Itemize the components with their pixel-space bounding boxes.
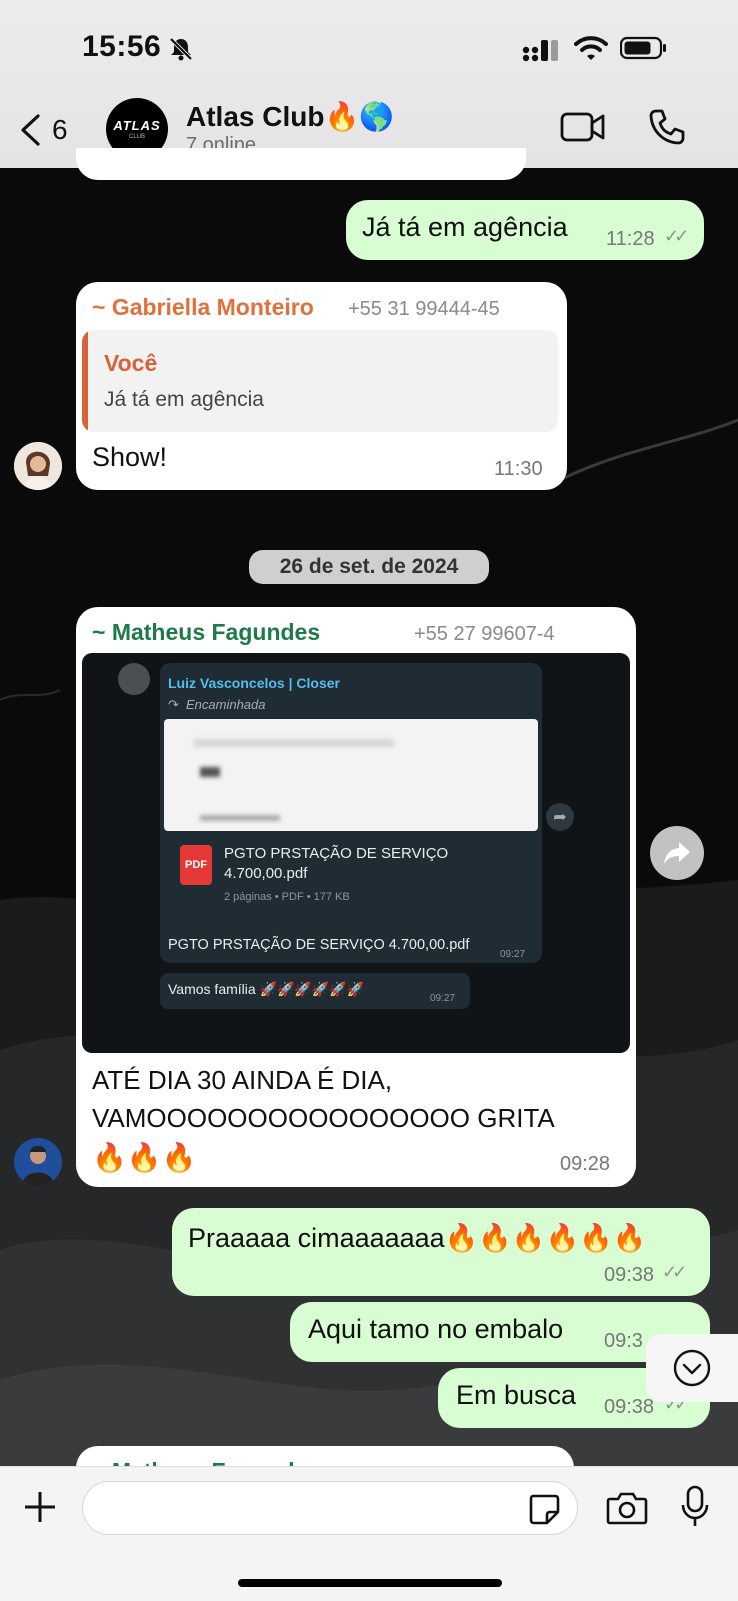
sender-name[interactable]: ~ Matheus Fagundes (92, 619, 320, 646)
message-time: 09:28 (560, 1153, 611, 1175)
sender-avatar (118, 663, 150, 695)
double-check-icon: ✓✓ (664, 226, 689, 246)
video-camera-icon[interactable] (560, 110, 606, 144)
outgoing-message[interactable]: Praaaaa cimaaaaaaa🔥🔥🔥🔥🔥🔥 09:38 ✓✓ (172, 1208, 710, 1296)
pdf-meta: 2 páginas • PDF • 177 KB (224, 891, 350, 903)
forward-button[interactable] (650, 826, 704, 880)
forwarded-image[interactable]: Luiz Vasconcelos | Closer ↷ Encaminhada … (82, 653, 630, 1053)
scroll-to-bottom-button[interactable] (646, 1334, 738, 1402)
double-check-icon: ✓✓ (662, 1262, 687, 1282)
group-title[interactable]: Atlas Club🔥🌎 (186, 100, 394, 133)
outgoing-message[interactable]: Já tá em agência 11:28 ✓✓ (346, 200, 704, 260)
sender-phone: +55 27 99607-4 (414, 623, 555, 645)
sender-name[interactable]: ~ Gabriella Monteiro (92, 294, 314, 321)
message-text-line: VAMOOOOOOOOOOOOOOOO GRITA (92, 1103, 555, 1133)
phone-icon[interactable] (648, 108, 686, 146)
inner-text: Vamos família 🚀🚀🚀🚀🚀🚀 (168, 981, 365, 997)
battery-icon (620, 36, 666, 60)
avatar-logo-text: ATLAS (113, 118, 161, 133)
message-time: 09:38 (604, 1396, 655, 1418)
forward-card: Luiz Vasconcelos | Closer ↷ Encaminhada … (160, 663, 542, 963)
message-time: 09:3 (604, 1330, 643, 1352)
pdf-time: 09:27 (500, 949, 526, 960)
message-time: 09:38 (604, 1264, 655, 1286)
status-time: 15:56 (82, 30, 162, 63)
top-bar: 15:56 6 ATLAS CLUB Atlas Club🔥🌎 7 online (0, 0, 738, 168)
message-text: Aqui tamo no embalo (308, 1314, 564, 1344)
forward-icon: ↷ (168, 697, 179, 712)
plus-icon[interactable] (22, 1489, 58, 1525)
message-text: Praaaaa cimaaaaaaa🔥🔥🔥🔥🔥🔥 (188, 1223, 647, 1253)
avatar[interactable] (14, 1138, 62, 1186)
quote-bar (82, 330, 88, 432)
fwd-sender: Luiz Vasconcelos | Closer (168, 675, 340, 691)
forward-icon: ➦ (546, 803, 574, 831)
quote-text: Já tá em agência (104, 388, 264, 411)
chevron-down-icon (673, 1349, 711, 1387)
message-text: Em busca (456, 1380, 577, 1410)
message-time: 11:30 (494, 458, 543, 480)
composer-bar (0, 1466, 738, 1601)
fwd-label: Encaminhada (186, 697, 266, 712)
back-button[interactable]: 6 (18, 108, 88, 152)
pdf-name-line2: 4.700,00.pdf (224, 865, 308, 882)
message-text: Show! (92, 442, 168, 472)
message-text-line: 🔥🔥🔥 (92, 1142, 197, 1173)
wifi-icon (574, 36, 608, 60)
home-indicator (238, 1579, 502, 1587)
pdf-icon: PDF (180, 845, 212, 885)
partial-message-bubble (76, 148, 526, 180)
quoted-reply[interactable]: Você Já tá em agência (82, 330, 558, 432)
quote-author: Você (104, 350, 158, 376)
chevron-left-icon (21, 114, 40, 146)
signal-icon (522, 40, 558, 62)
incoming-message[interactable]: ~ Gabriella Monteiro +55 31 99444-45 Voc… (76, 282, 567, 490)
date-separator: 26 de set. de 2024 (249, 550, 489, 584)
message-input[interactable] (82, 1481, 578, 1535)
message-text: Já tá em agência (362, 212, 568, 242)
document-preview (164, 719, 538, 831)
sender-phone: +55 31 99444-45 (348, 298, 500, 320)
pdf-name: PGTO PRSTAÇÃO DE SERVIÇO (224, 845, 449, 862)
bell-slash-icon (169, 37, 193, 61)
message-text-line: ATÉ DIA 30 AINDA É DIA, (92, 1065, 393, 1095)
unread-count: 6 (52, 114, 68, 145)
sticker-icon[interactable] (527, 1492, 561, 1526)
message-time: 11:28 (606, 228, 655, 250)
inner-time: 09:27 (430, 993, 456, 1004)
microphone-icon[interactable] (680, 1485, 710, 1529)
avatar[interactable] (14, 442, 62, 490)
camera-icon[interactable] (606, 1491, 648, 1525)
inner-message: Vamos família 🚀🚀🚀🚀🚀🚀 09:27 (160, 973, 470, 1009)
forward-icon (664, 842, 690, 864)
pdf-caption: PGTO PRSTAÇÃO DE SERVIÇO 4.700,00.pdf (168, 937, 470, 953)
avatar-logo-subtext: CLUB (128, 134, 145, 140)
